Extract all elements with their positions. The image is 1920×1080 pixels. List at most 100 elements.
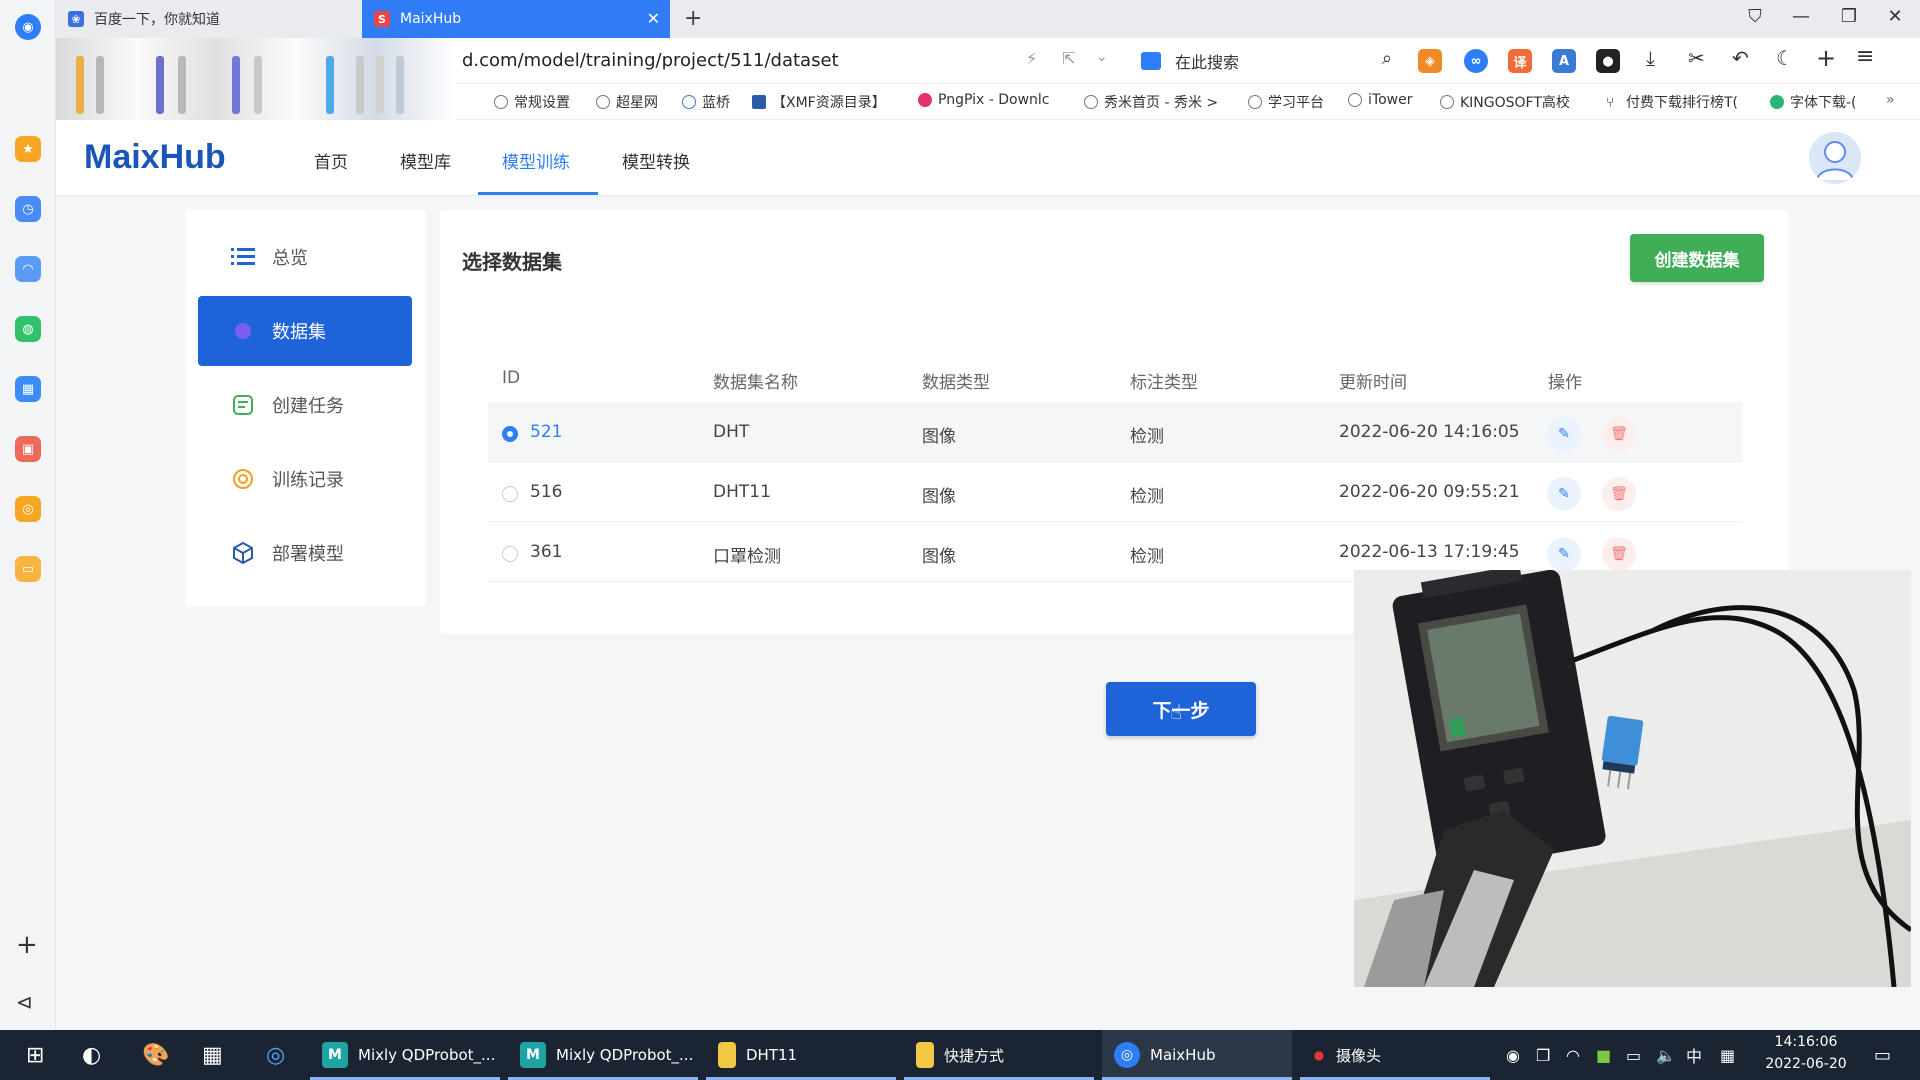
edit-icon[interactable]: ✎ [1547, 537, 1581, 571]
tray-window-icon[interactable]: ❐ [1524, 1030, 1550, 1080]
notification-icon[interactable]: ▭ [1862, 1030, 1891, 1080]
row-updated: 2022-06-20 09:55:21 [1339, 482, 1520, 502]
menu-item-label: 训练记录 [272, 470, 344, 491]
sidebar-favorites-icon[interactable]: ★ [15, 136, 41, 162]
delete-icon[interactable]: 🗑 [1602, 477, 1636, 511]
menu-icon[interactable]: ≡ [1856, 44, 1874, 69]
edit-icon[interactable]: ✎ [1547, 417, 1581, 451]
bookmark-label: 字体下载-( [1790, 95, 1857, 111]
avatar[interactable] [1809, 132, 1861, 184]
bookmark-item[interactable]: 超星网 [596, 92, 658, 112]
bookmark-item[interactable]: ⑂ 付费下载排行榜T( [1606, 92, 1738, 112]
delete-icon[interactable]: 🗑 [1602, 537, 1636, 571]
taskbar-app-label: Mixly QDProbot_... [358, 1046, 496, 1064]
bookmark-item[interactable]: 蓝桥 [682, 92, 730, 112]
infinity-icon[interactable]: ∞ [1464, 49, 1488, 73]
sidebar-search-icon[interactable]: ◎ [15, 496, 41, 522]
skin-icon[interactable]: ⛉ [1740, 6, 1770, 27]
taskbar-app-shortcut-folder[interactable]: ▮ 快捷方式 [904, 1030, 1094, 1080]
sidebar-history-icon[interactable]: ◷ [15, 196, 41, 222]
nav-model-library[interactable]: 模型库 [400, 148, 451, 173]
sidebar-game-icon[interactable]: ◠ [15, 256, 41, 282]
keyboard-layout-icon[interactable]: ▦ [1708, 1030, 1735, 1080]
menu-item-overview[interactable]: 总览 [198, 222, 412, 292]
bookmark-item[interactable]: 常规设置 [494, 92, 570, 112]
ime-indicator[interactable]: 中 [1674, 1030, 1702, 1080]
table-row[interactable]: 521 DHT 图像 检测 2022-06-20 14:16:05 ✎ 🗑 [488, 402, 1742, 462]
bookmark-item[interactable]: 秀米首页 - 秀米 > [1084, 92, 1218, 112]
bookmark-item[interactable]: PngPix - Downlc [918, 92, 1049, 108]
row-select-radio[interactable] [502, 426, 518, 442]
bookmark-item[interactable]: 【XMF资源目录】 [752, 92, 886, 112]
tab-baidu[interactable]: ❀ 百度一下，你就知道 [56, 0, 362, 38]
list-icon [230, 244, 256, 270]
column-header-label-type: 标注类型 [1130, 373, 1198, 393]
taskbar-app-mixly-1[interactable]: M Mixly QDProbot_... [310, 1030, 500, 1080]
bookmark-item[interactable]: 学习平台 [1248, 92, 1324, 112]
tab-maixhub[interactable]: S MaixHub ✕ [362, 0, 670, 38]
lightning-icon[interactable]: ⚡ [1026, 49, 1037, 68]
address-input[interactable]: d.com/model/training/project/511/dataset [462, 50, 839, 71]
chevron-down-icon[interactable]: ⌄ [1096, 49, 1108, 65]
search-icon[interactable]: ⌕ [1382, 48, 1392, 69]
share-icon[interactable]: ⇱ [1062, 49, 1075, 68]
translate-icon[interactable]: 译 [1508, 49, 1532, 73]
wifi-icon[interactable]: ◠ [1554, 1030, 1580, 1080]
delete-icon[interactable]: 🗑 [1602, 417, 1636, 451]
minimize-icon[interactable]: — [1786, 6, 1816, 27]
row-select-radio[interactable] [502, 486, 518, 502]
sidebar-image-icon[interactable]: ▣ [15, 436, 41, 462]
add-icon[interactable]: + [1816, 44, 1836, 72]
more-bookmarks-icon[interactable]: » [1886, 92, 1895, 108]
browser-logo-icon[interactable]: ◉ [15, 14, 41, 40]
sidebar-collapse-icon[interactable]: ⊲ [16, 990, 33, 1014]
extension-icon[interactable]: ● [1596, 49, 1620, 73]
close-tab-icon[interactable]: ✕ [647, 9, 660, 28]
nav-model-conversion[interactable]: 模型转换 [622, 148, 690, 173]
sidebar-notes-icon[interactable]: ▭ [15, 556, 41, 582]
taskbar-app-camera[interactable]: ● 摄像头 [1300, 1030, 1490, 1080]
menu-item-create-task[interactable]: 创建任务 [198, 370, 412, 440]
browser-icon: ◎ [1114, 1042, 1140, 1068]
browser-pinned-icon[interactable]: ◎ [254, 1030, 285, 1080]
restore-icon[interactable]: ❐ [1834, 6, 1864, 27]
sidebar-translate-icon[interactable]: ▦ [15, 376, 41, 402]
create-dataset-button[interactable]: 创建数据集 [1630, 234, 1764, 282]
edit-icon[interactable]: ✎ [1547, 477, 1581, 511]
windows-start-icon[interactable]: ⊞ [14, 1030, 44, 1080]
menu-item-dataset[interactable]: 数据集 [198, 296, 412, 366]
taskbar-app-dht11-folder[interactable]: ▮ DHT11 [706, 1030, 896, 1080]
search-box[interactable]: 在此搜索 [1141, 45, 1461, 77]
sidebar-wechat-icon[interactable]: ◍ [15, 316, 41, 342]
menu-item-training-records[interactable]: 训练记录 [198, 444, 412, 514]
nav-home[interactable]: 首页 [314, 148, 348, 173]
volume-icon[interactable]: 🔈 [1644, 1030, 1676, 1080]
row-select-radio[interactable] [502, 546, 518, 562]
moon-icon[interactable]: ☾ [1776, 46, 1794, 70]
nvidia-icon[interactable]: ■ [1584, 1030, 1611, 1080]
bookmark-item[interactable]: KINGOSOFT高校 [1440, 92, 1570, 112]
game-controller-icon[interactable]: ◈ [1418, 49, 1442, 73]
tray-app-icon[interactable]: ◉ [1494, 1030, 1520, 1080]
scissors-icon[interactable]: ✂ [1688, 46, 1705, 70]
new-tab-button[interactable]: + [684, 6, 702, 31]
sidebar-add-icon[interactable]: + [16, 930, 38, 960]
taskbar-pinned-1-icon[interactable]: ◐ [70, 1030, 101, 1080]
taskbar-app-mixly-2[interactable]: M Mixly QDProbot_... [508, 1030, 698, 1080]
clock-date[interactable]: 2022-06-20 [1756, 1056, 1856, 1072]
download-icon[interactable]: ⤓ [1646, 46, 1655, 70]
bookmark-item[interactable]: iTower [1348, 92, 1412, 108]
paint-palette-icon[interactable]: 🎨 [130, 1030, 169, 1080]
nav-model-training[interactable]: 模型训练 [502, 148, 570, 173]
clock-time[interactable]: 14:16:06 [1756, 1034, 1856, 1050]
calculator-icon[interactable]: ▦ [190, 1030, 223, 1080]
menu-item-deploy-model[interactable]: 部署模型 [198, 518, 412, 588]
taskbar-app-maixhub[interactable]: ◎ MaixHub [1102, 1030, 1292, 1080]
table-row[interactable]: 516 DHT11 图像 检测 2022-06-20 09:55:21 ✎ 🗑 [488, 462, 1742, 522]
undo-icon[interactable]: ↶ [1732, 46, 1749, 70]
language-icon[interactable]: A [1552, 49, 1576, 73]
battery-icon[interactable]: ▭ [1614, 1030, 1641, 1080]
close-window-icon[interactable]: ✕ [1880, 6, 1910, 27]
site-logo[interactable]: MaixHub [84, 138, 226, 177]
bookmark-item[interactable]: 字体下载-( [1770, 92, 1857, 112]
